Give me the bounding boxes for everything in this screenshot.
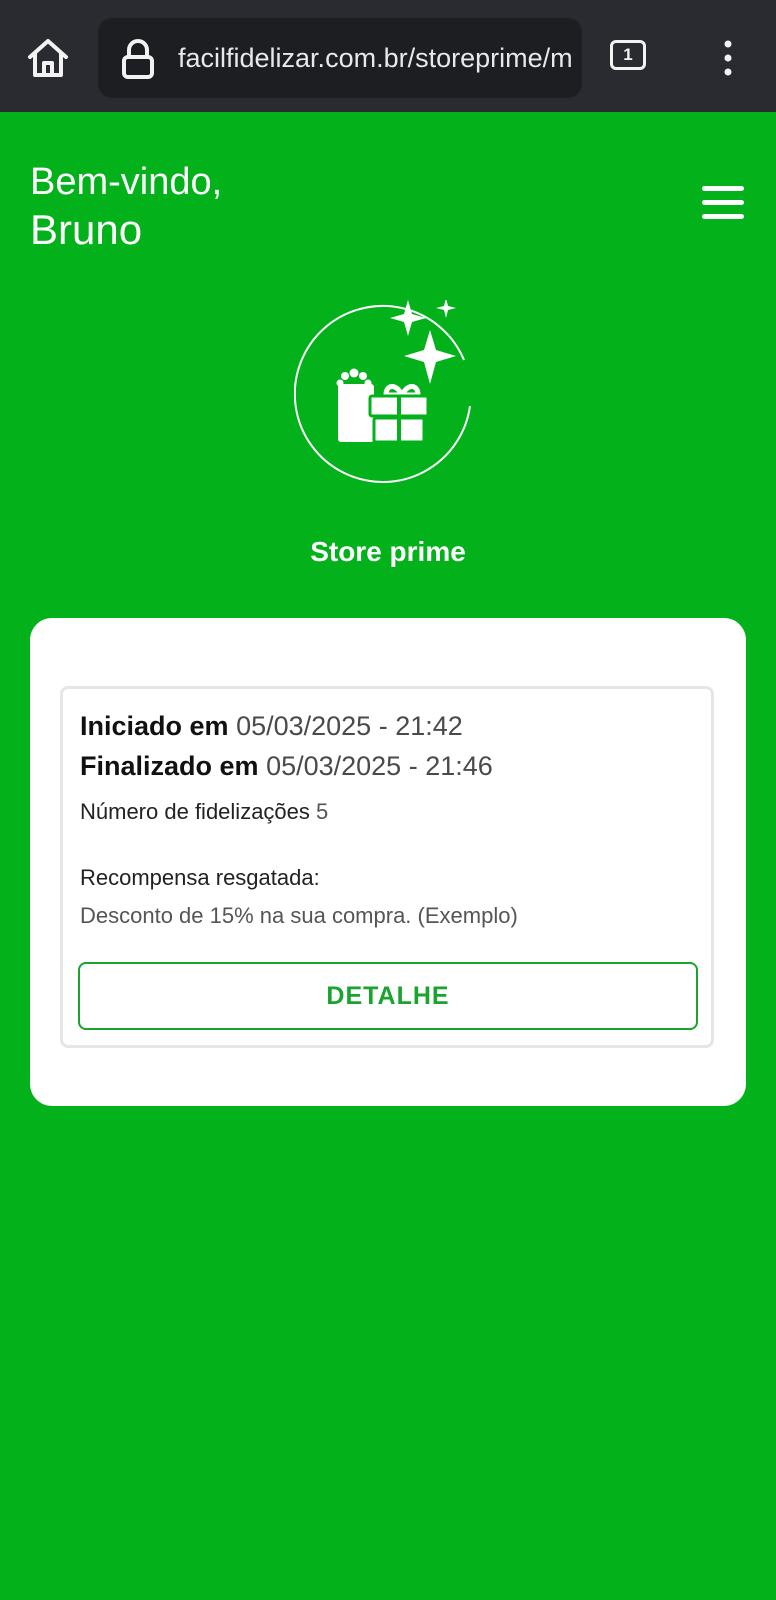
address-bar[interactable]: facilfidelizar.com.br/storeprime/m [98, 18, 582, 98]
lock-icon[interactable] [118, 38, 158, 80]
finished-value: 05/03/2025 - 21:46 [266, 751, 493, 781]
gift-sparkles-icon [293, 298, 480, 510]
started-row: Iniciado em 05/03/2025 - 21:42 [80, 711, 463, 742]
home-icon[interactable] [22, 32, 74, 84]
reward-value: Desconto de 15% na sua compra. (Exemplo) [80, 903, 518, 928]
hamburger-menu-icon[interactable] [702, 186, 744, 222]
welcome-greeting: Bem-vindo, Bruno [30, 160, 222, 256]
url-text[interactable]: facilfidelizar.com.br/storeprime/m [178, 40, 582, 76]
reward-label: Recompensa resgatada: [80, 865, 320, 890]
detail-button[interactable]: DETALHE [78, 962, 698, 1030]
started-label: Iniciado em [80, 711, 229, 741]
started-value: 05/03/2025 - 21:42 [236, 711, 463, 741]
loyalty-count-label: Número de fidelizações [80, 799, 310, 824]
store-name: Store prime [310, 536, 466, 567]
browser-toolbar: facilfidelizar.com.br/storeprime/m 1 [0, 0, 776, 112]
more-vert-icon[interactable] [716, 38, 740, 78]
user-name: Bruno [30, 206, 143, 253]
loyalty-count-row: Número de fidelizações 5 [80, 799, 328, 825]
loyalty-count-value: 5 [316, 799, 329, 824]
loyalty-record: Iniciado em 05/03/2025 - 21:42 Finalizad… [60, 686, 714, 1048]
loyalty-card: Iniciado em 05/03/2025 - 21:42 Finalizad… [30, 618, 746, 1106]
finished-label: Finalizado em [80, 751, 259, 781]
welcome-label: Bem-vindo, [30, 161, 223, 203]
finished-row: Finalizado em 05/03/2025 - 21:46 [80, 751, 493, 782]
tabs-icon[interactable]: 1 [610, 40, 646, 70]
